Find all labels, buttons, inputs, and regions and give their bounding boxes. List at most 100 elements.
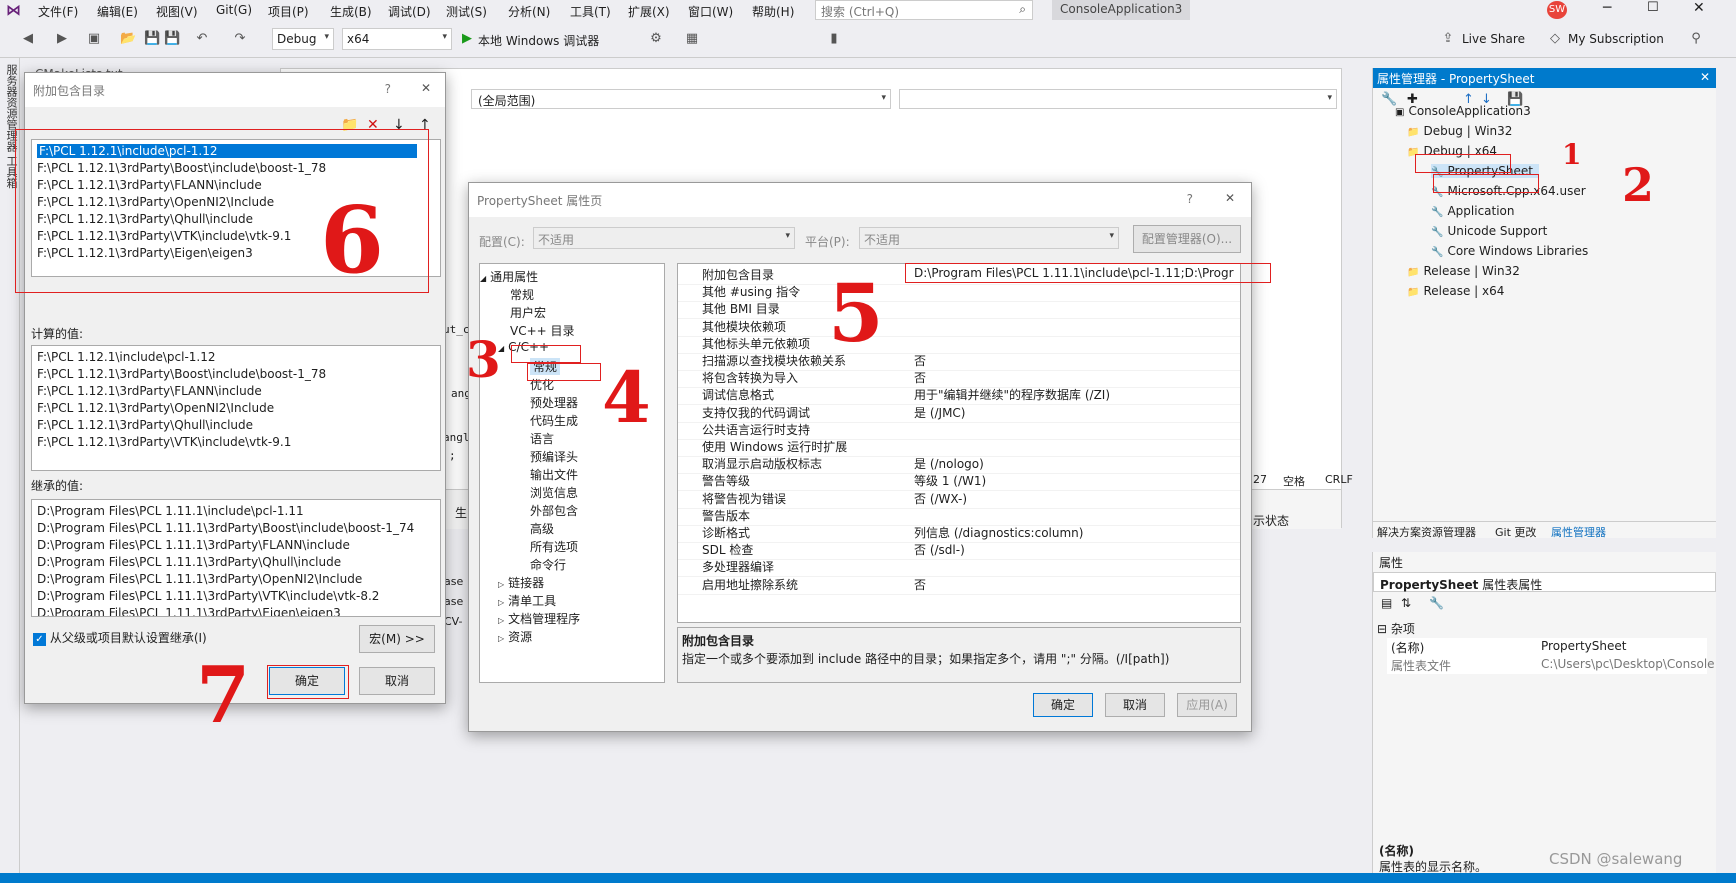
list-item[interactable]: F:\PCL 1.12.1\3rdParty\OpenNI2\Include — [37, 401, 274, 415]
feedback-icon[interactable]: ⚲ — [1688, 31, 1704, 47]
menu-item[interactable]: Git(G) — [216, 3, 252, 17]
close-icon[interactable]: ✕ — [1700, 70, 1710, 84]
expand-icon[interactable]: ▷ — [498, 634, 504, 643]
list-item[interactable]: F:\PCL 1.12.1\3rdParty\FLANN\include — [37, 384, 262, 398]
run-label[interactable]: 本地 Windows 调试器 — [478, 32, 599, 49]
indent-info[interactable]: 空格 — [1283, 473, 1305, 489]
live-share-button[interactable]: Live Share — [1462, 32, 1525, 46]
config-select[interactable]: 不适用 ▾ — [533, 227, 795, 249]
property-row[interactable]: 调试信息格式 用于"编辑并继续"的程序数据库 (/ZI) — [678, 386, 1240, 406]
nav-item[interactable]: 浏览信息 — [530, 484, 578, 501]
nav-item[interactable]: ▷ 清单工具 — [498, 592, 556, 609]
property-row[interactable]: 将警告视为错误 否 (/WX-) — [678, 490, 1240, 509]
config-manager-button[interactable]: 配置管理器(O)... — [1133, 225, 1241, 253]
browse-icon[interactable]: ▦ — [684, 31, 700, 47]
close-icon[interactable]: ✕ — [1693, 0, 1705, 16]
back-icon[interactable]: ◀ — [20, 31, 36, 47]
nav-item[interactable]: 外部包含 — [530, 502, 578, 519]
open-icon[interactable]: 📂 — [120, 31, 136, 47]
expand-icon[interactable]: ◢ — [480, 274, 486, 283]
list-item[interactable]: D:\Program Files\PCL 1.11.1\3rdParty\VTK… — [37, 589, 379, 603]
property-grid[interactable]: 附加包含目录 D:\Program Files\PCL 1.11.1\includ… — [677, 263, 1241, 623]
property-row[interactable]: 公共语言运行时支持 — [678, 421, 1240, 440]
menu-item[interactable]: 生成(B) — [330, 3, 372, 20]
list-item[interactable]: D:\Program Files\PCL 1.11.1\3rdParty\Eig… — [37, 606, 341, 616]
list-item[interactable]: D:\Program Files\PCL 1.11.1\include\pcl-… — [37, 504, 304, 518]
property-row[interactable]: 其他 BMI 目录 — [678, 300, 1240, 320]
new-project-icon[interactable]: ▣ — [86, 31, 102, 47]
property-row[interactable]: 诊断格式 列信息 (/diagnostics:column) — [678, 524, 1240, 543]
redo-icon[interactable]: ↷ — [232, 31, 248, 47]
property-row[interactable]: 其他 #using 指令 — [678, 283, 1240, 303]
computed-list[interactable]: F:\PCL 1.12.1\include\pcl-1.12 F:\PCL 1.1… — [31, 345, 441, 471]
tree-item[interactable]: ▣ ConsoleApplication3 — [1395, 104, 1531, 118]
nav-item[interactable]: VC++ 目录 — [510, 322, 575, 339]
tab-git-changes[interactable]: Git 更改 — [1495, 524, 1536, 540]
property-row[interactable]: 警告版本 — [678, 507, 1240, 526]
property-row[interactable]: 警告等级 等级 1 (/W1) — [678, 472, 1240, 492]
property-row[interactable]: 属性表文件 C:\Users\pc\Desktop\Console — [1387, 656, 1715, 674]
nav-item[interactable]: 用户宏 — [510, 304, 546, 321]
alphabetical-icon[interactable]: ⇅ — [1401, 596, 1411, 610]
nav-item[interactable]: ▷ 文档管理程序 — [498, 610, 580, 627]
menu-item[interactable]: 工具(T) — [570, 3, 611, 20]
search-box[interactable]: 搜索 (Ctrl+Q) ⌕ — [815, 0, 1033, 20]
menu-item[interactable]: 分析(N) — [508, 3, 550, 20]
member-select[interactable]: ▾ — [899, 89, 1337, 109]
nav-item[interactable]: 预编译头 — [530, 448, 578, 465]
list-item[interactable]: D:\Program Files\PCL 1.11.1\3rdParty\Boo… — [37, 521, 414, 535]
property-row[interactable]: SDL 检查 否 (/sdl-) — [678, 541, 1240, 561]
expand-icon[interactable]: ▷ — [498, 580, 504, 589]
list-item[interactable]: D:\Program Files\PCL 1.11.1\3rdParty\Qhu… — [37, 555, 341, 569]
attach-icon[interactable]: ⚙ — [648, 31, 664, 47]
cancel-button[interactable]: 取消 — [1105, 693, 1165, 717]
property-row[interactable]: (名称) PropertySheet — [1387, 638, 1707, 656]
menu-item[interactable]: 调试(D) — [388, 3, 431, 20]
menu-item[interactable]: 文件(F) — [38, 3, 78, 20]
expand-icon[interactable]: ▷ — [498, 616, 504, 625]
inherited-list[interactable]: D:\Program Files\PCL 1.11.1\include\pcl-… — [31, 499, 441, 617]
property-row[interactable]: 其他标头单元依赖项 — [678, 335, 1240, 354]
property-row[interactable]: 多处理器编译 — [678, 558, 1240, 578]
checkbox-checked-icon[interactable]: ✓ — [33, 633, 46, 646]
property-row[interactable]: 使用 Windows 运行时扩展 — [678, 438, 1240, 457]
cancel-button[interactable]: 取消 — [359, 667, 435, 695]
nav-item[interactable]: ▷ 链接器 — [498, 574, 544, 591]
property-row[interactable]: 支持仅我的代码调试 是 (/JMC) — [678, 404, 1240, 423]
help-icon[interactable]: ? — [1187, 192, 1193, 206]
nav-item[interactable]: ◢ 通用属性 — [480, 268, 538, 285]
list-item[interactable]: F:\PCL 1.12.1\3rdParty\Qhull\include — [37, 418, 253, 432]
bookmark-icon[interactable]: ▮ — [826, 31, 842, 47]
tab-solution-explorer[interactable]: 解决方案资源管理器 — [1377, 524, 1476, 540]
apply-button[interactable]: 应用(A) — [1177, 693, 1237, 717]
nav-item[interactable]: 输出文件 — [530, 466, 578, 483]
property-row[interactable]: 扫描源以查找模块依赖关系 否 — [678, 352, 1240, 371]
tree-item[interactable]: 🔧 Application — [1431, 204, 1515, 218]
avatar[interactable]: SW — [1547, 1, 1567, 19]
nav-item[interactable]: 高级 — [530, 520, 554, 537]
menu-item[interactable]: 视图(V) — [156, 3, 198, 20]
scope-select[interactable]: (全局范围) ▾ — [471, 89, 891, 109]
save-all-icon[interactable]: 💾 — [164, 31, 180, 47]
tree-item[interactable]: 📁 Release | x64 — [1407, 284, 1504, 298]
list-item[interactable]: F:\PCL 1.12.1\include\pcl-1.12 — [37, 350, 216, 364]
tree-item[interactable]: 🔧 Core Windows Libraries — [1431, 244, 1588, 258]
platform-select[interactable]: x64 ▾ — [342, 28, 452, 50]
nav-item[interactable]: 命令行 — [530, 556, 566, 573]
menu-item[interactable]: 项目(P) — [268, 3, 309, 20]
nav-item[interactable]: 代码生成 — [530, 412, 578, 429]
property-row[interactable]: 启用地址擦除系统 否 — [678, 576, 1240, 595]
nav-item[interactable]: 所有选项 — [530, 538, 578, 555]
minimize-icon[interactable]: ─ — [1603, 0, 1611, 16]
nav-item[interactable]: ▷ 资源 — [498, 628, 532, 645]
line-ending-info[interactable]: CRLF — [1325, 473, 1353, 486]
property-row[interactable]: 其他模块依赖项 — [678, 318, 1240, 337]
wrench-icon[interactable]: 🔧 — [1429, 596, 1444, 610]
menu-item[interactable]: 窗口(W) — [688, 3, 733, 20]
menu-item[interactable]: 扩展(X) — [628, 3, 670, 20]
search-input[interactable]: 搜索 (Ctrl+Q) — [821, 5, 899, 19]
nav-item[interactable]: 常规 — [510, 286, 534, 303]
subscription-button[interactable]: My Subscription — [1568, 32, 1664, 46]
property-row[interactable]: 取消显示启动版权标志 是 (/nologo) — [678, 455, 1240, 475]
nav-item[interactable]: 预处理器 — [530, 394, 578, 411]
